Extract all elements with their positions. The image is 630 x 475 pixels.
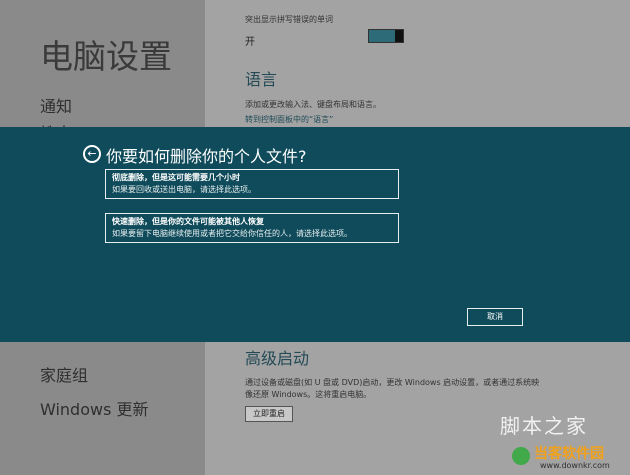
option-quick-remove[interactable]: 快速删除，但是你的文件可能被其他人恢复 如果要留下电脑继续使用或者把它交给你信任…	[105, 213, 399, 243]
option-full-clean[interactable]: 彻底删除，但是这可能需要几个小时 如果要回收或送出电脑，请选择此选项。	[105, 169, 399, 199]
brand-url: www.downkr.com	[540, 461, 610, 470]
nav-item-homegroup[interactable]: 家庭组	[40, 362, 88, 386]
dialog-title: 你要如何删除你的个人文件?	[106, 147, 307, 166]
nav-item-notifications[interactable]: 通知	[40, 93, 72, 117]
language-description: 添加或更改输入法、键盘布局和语言。	[245, 100, 381, 109]
toggle-fill	[369, 30, 395, 42]
toggle-knob[interactable]	[395, 30, 403, 42]
option-quick-remove-desc: 如果要留下电脑继续使用或者把它交给你信任的人，请选择此选项。	[112, 229, 352, 238]
cancel-button[interactable]: 取消	[467, 308, 523, 326]
language-heading: 语言	[245, 70, 278, 89]
option-full-clean-title: 彻底删除，但是这可能需要几个小时	[112, 173, 240, 182]
watermark-brand: 当客软件园 www.downkr.com	[512, 443, 630, 475]
nav-item-windows-update[interactable]: Windows 更新	[40, 396, 149, 420]
advanced-startup-heading: 高级启动	[245, 349, 310, 368]
brand-logo-icon	[512, 447, 530, 465]
page-title: 电脑设置	[40, 37, 172, 76]
advanced-startup-desc-line1: 通过设备或磁盘(如 U 盘或 DVD)启动，更改 Windows 启动设置，或者…	[245, 378, 540, 387]
restart-now-button[interactable]: 立即重启	[245, 406, 293, 422]
language-control-panel-link[interactable]: 转到控制面板中的“语言”	[245, 114, 333, 125]
advanced-startup-desc-line2: 像还原 Windows。这将重启电脑。	[245, 390, 372, 399]
option-full-clean-desc: 如果要回收或送出电脑，请选择此选项。	[112, 185, 256, 194]
toggle-state-label: 开	[245, 37, 255, 48]
spell-highlight-label: 突出显示拼写错误的单词	[245, 15, 333, 24]
spell-highlight-toggle[interactable]	[368, 29, 404, 43]
watermark-text: 脚本之家	[500, 414, 588, 438]
option-quick-remove-title: 快速删除，但是你的文件可能被其他人恢复	[112, 217, 264, 226]
back-arrow-icon[interactable]: ←	[83, 145, 101, 163]
brand-name: 当客软件园	[534, 446, 604, 462]
